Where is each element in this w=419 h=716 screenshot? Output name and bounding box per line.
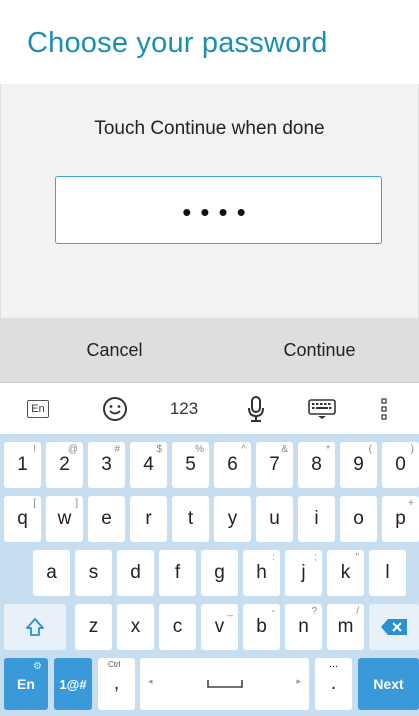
key-v[interactable]: v _ (201, 604, 238, 650)
period-key[interactable]: ... . (315, 658, 352, 710)
keyboard-toolbar: En 123 (0, 382, 419, 434)
cursor-right-icon: ▸ (296, 676, 301, 686)
key-1[interactable]: 1! (4, 442, 41, 488)
next-key[interactable]: Next (358, 658, 419, 710)
key-h[interactable]: h: (243, 550, 280, 596)
language-label: En (27, 400, 49, 418)
cursor-left-icon: ◂ (148, 676, 153, 686)
key-d[interactable]: d (117, 550, 154, 596)
key-7[interactable]: 7 & (256, 442, 293, 488)
key-n[interactable]: n? (285, 604, 322, 650)
key-6[interactable]: 6 ^ (214, 442, 251, 488)
language-icon[interactable]: En (18, 383, 58, 435)
space-key[interactable]: ◂ ▸ (140, 658, 309, 710)
cancel-button[interactable]: Cancel (10, 318, 219, 382)
key-j[interactable]: j; (285, 550, 322, 596)
key-2[interactable]: 2 @ (46, 442, 83, 488)
key-3[interactable]: 3 # (88, 442, 125, 488)
key-y[interactable]: y (214, 496, 251, 542)
settings-icon: ⚙ (33, 661, 42, 672)
password-mask: •••• (182, 197, 255, 227)
language-key[interactable]: En ⚙ (4, 658, 48, 710)
key-l[interactable]: l (369, 550, 406, 596)
key-p[interactable]: p + (382, 496, 419, 542)
backspace-key[interactable] (369, 604, 419, 650)
key-9[interactable]: 9( (340, 442, 377, 488)
key-o[interactable]: o (340, 496, 377, 542)
key-5[interactable]: 5% (172, 442, 209, 488)
key-q[interactable]: q[ (4, 496, 41, 542)
instruction-text: Touch Continue when done (94, 118, 325, 139)
key-8[interactable]: 8 * (298, 442, 335, 488)
key-k[interactable]: k " (327, 550, 364, 596)
key-i[interactable]: i (298, 496, 335, 542)
key-e[interactable]: e (88, 496, 125, 542)
key-x[interactable]: x (117, 604, 154, 650)
key-a[interactable]: a (33, 550, 70, 596)
password-panel: Touch Continue when done •••• (0, 84, 419, 318)
key-z[interactable]: z (75, 604, 112, 650)
password-input[interactable]: •••• (55, 176, 382, 244)
keyboard: 1! 2 @ 3 # 4 $ 5% 6 ^ 7 & 8 * 9( 0) q[ w] e r … (0, 434, 419, 716)
key-r[interactable]: r (130, 496, 167, 542)
action-bar: Cancel Continue (0, 318, 419, 382)
key-m[interactable]: m / (327, 604, 364, 650)
key-s[interactable]: s (75, 550, 112, 596)
key-t[interactable]: t (172, 496, 209, 542)
key-0[interactable]: 0) (382, 442, 419, 488)
shift-icon (26, 618, 44, 636)
page-title: Choose your password (27, 27, 328, 59)
space-icon (206, 680, 243, 688)
key-4[interactable]: 4 $ (130, 442, 167, 488)
backspace-icon (381, 619, 407, 635)
key-u[interactable]: u (256, 496, 293, 542)
shift-key[interactable] (4, 604, 66, 650)
key-w[interactable]: w] (46, 496, 83, 542)
title-bar: Choose your password (0, 0, 419, 84)
key-b[interactable]: b- (243, 604, 280, 650)
key-f[interactable]: f (159, 550, 196, 596)
numbers-button[interactable]: 123 (162, 383, 206, 435)
emoji-icon[interactable] (93, 383, 137, 435)
key-g[interactable]: g (201, 550, 238, 596)
comma-key[interactable]: , Ctrl (98, 658, 135, 710)
more-vertical-icon[interactable] (372, 383, 396, 435)
symbols-key[interactable]: 1@# (54, 658, 92, 710)
keyboard-layout-icon[interactable] (300, 383, 344, 435)
key-c[interactable]: c (159, 604, 196, 650)
microphone-icon[interactable] (234, 383, 278, 435)
continue-button[interactable]: Continue (215, 318, 419, 382)
